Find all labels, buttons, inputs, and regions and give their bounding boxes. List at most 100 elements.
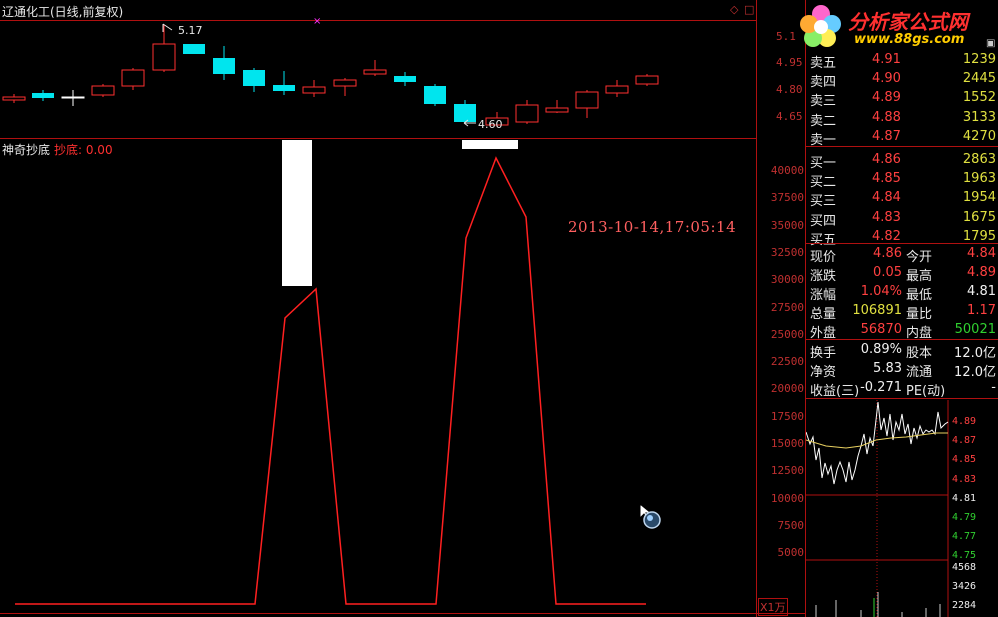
volume-axis-label: 27500 — [770, 300, 804, 314]
quote-value: 1.17 — [967, 303, 996, 318]
stats-row: 换手 0.89% 股本 12.0亿 — [808, 342, 998, 361]
order-book-volume: 2445 — [962, 71, 996, 87]
stats-value: 12.0亿 — [954, 346, 996, 361]
indicator-chart[interactable] — [0, 140, 757, 615]
order-book-row[interactable]: 卖四 4.90 2445 — [808, 71, 998, 91]
quote-row: 涨幅 1.04% 最低 4.81 — [808, 284, 998, 303]
intraday-axis-label: 4.89 — [952, 416, 977, 427]
candle-body — [635, 75, 659, 85]
high-annotation: 5.17 — [178, 24, 203, 37]
stats-label: 换手 — [810, 346, 837, 361]
order-book-label: 买一 — [810, 156, 837, 171]
order-book-row[interactable]: 卖二 4.88 3133 — [808, 109, 998, 129]
volume-axis-label: 32500 — [770, 245, 804, 259]
order-book-label: 买四 — [810, 213, 837, 229]
candle-body — [32, 93, 54, 98]
candle-body — [152, 43, 176, 71]
stats-divider — [806, 398, 998, 399]
stats-value: -0.271 — [860, 380, 902, 395]
low-annotation: 4.60 — [478, 118, 503, 131]
quote-value: 50021 — [954, 322, 996, 337]
stats-row: 收益(三) -0.271 PE(动) - — [808, 380, 998, 399]
candle-body — [363, 69, 387, 75]
order-book-price: 4.82 — [872, 228, 901, 244]
candle-body — [424, 86, 446, 104]
volume-axis-label: 5000 — [777, 546, 805, 560]
quote-divider — [806, 339, 998, 340]
stats-label: PE(动) — [906, 384, 946, 399]
book-divider — [806, 243, 998, 244]
price-axis-label: 4.95 — [776, 56, 803, 69]
quote-row: 总量 106891 量比 1.17 — [808, 303, 998, 322]
order-book-volume: 1239 — [962, 52, 996, 67]
candle-body — [213, 58, 235, 74]
stats-value: 12.0亿 — [954, 365, 996, 380]
candle-body — [575, 91, 599, 109]
indicator-line — [15, 156, 646, 605]
order-book-volume: 3133 — [962, 109, 996, 125]
quote-value: 4.81 — [967, 284, 996, 299]
intraday-axis-label: 4.87 — [952, 435, 977, 447]
intraday-volume-label: 4568 — [952, 562, 977, 573]
candle-body — [302, 86, 326, 94]
order-book-label: 卖三 — [810, 94, 837, 110]
order-book-row[interactable]: 买一 4.86 2863 — [808, 152, 998, 171]
candle-body — [61, 96, 85, 99]
flower-logo-icon — [800, 5, 841, 47]
logo-text: 分析家公式网 — [848, 10, 968, 34]
signal-bar — [462, 140, 518, 149]
order-book-row[interactable]: 买五 4.82 1795 — [808, 228, 998, 248]
intraday-axis-label: 4.83 — [952, 473, 977, 485]
order-book-row[interactable]: 买四 4.83 1675 — [808, 209, 998, 229]
order-book-volume: 1675 — [962, 209, 996, 225]
volume-axis-label: 15000 — [770, 437, 804, 450]
signal-bar — [282, 140, 312, 286]
order-book-volume: 4270 — [962, 128, 996, 144]
price-axis-label: 4.80 — [776, 83, 803, 96]
order-book-volume: 1963 — [962, 171, 996, 187]
quote-label: 涨幅 — [810, 288, 837, 303]
stats-label: 流通 — [906, 365, 933, 380]
high-pointer-icon — [162, 23, 173, 32]
volume-axis-label: 12500 — [770, 464, 804, 478]
candle-body — [121, 69, 145, 87]
candle-body — [2, 96, 26, 101]
volume-unit[interactable]: X1万 — [758, 598, 788, 616]
order-book-volume: 1552 — [962, 90, 996, 106]
quote-label: 现价 — [810, 250, 837, 265]
quote-label: 总量 — [810, 307, 837, 322]
stats-row: 净资 5.83 流通 12.0亿 — [808, 361, 998, 380]
order-book-row[interactable]: 卖三 4.89 1552 — [808, 90, 998, 110]
order-book-label: 卖二 — [810, 113, 837, 129]
quote-label: 量比 — [906, 307, 933, 322]
volume-axis-label: 40000 — [770, 164, 804, 177]
quote-label: 最低 — [906, 288, 933, 303]
stats-label: 收益(三) — [810, 384, 860, 399]
order-book-price: 4.84 — [872, 190, 901, 206]
candle-body — [545, 107, 569, 113]
volume-axis-label: 7500 — [777, 518, 805, 532]
candle-body — [91, 85, 115, 96]
order-book-row[interactable]: 卖五 4.91 1239 — [808, 52, 998, 71]
stats-label: 股本 — [906, 346, 933, 361]
candlestick-chart[interactable] — [0, 0, 757, 140]
close-icon[interactable]: ▣ — [986, 38, 995, 49]
order-book-label: 卖五 — [810, 56, 837, 71]
quote-value: 4.84 — [967, 246, 996, 261]
quote-label: 最高 — [906, 269, 933, 284]
order-book-label: 卖四 — [810, 75, 837, 91]
order-book-row[interactable]: 卖一 4.87 4270 — [808, 128, 998, 148]
volume-axis-label: 35000 — [770, 218, 804, 232]
volume-axis-label: 30000 — [770, 273, 804, 287]
stats-label: 净资 — [810, 365, 837, 380]
order-book-row[interactable]: 买二 4.85 1963 — [808, 171, 998, 191]
quote-value: 4.89 — [967, 265, 996, 280]
order-book-row[interactable]: 买三 4.84 1954 — [808, 190, 998, 209]
low-pointer-icon — [463, 119, 476, 127]
candle-body — [333, 79, 357, 87]
order-book-label: 买二 — [810, 175, 837, 191]
order-book-price: 4.86 — [872, 152, 901, 167]
order-book-price: 4.85 — [872, 171, 901, 187]
quote-value: 4.86 — [873, 246, 902, 261]
volume-axis-label: 22500 — [770, 355, 804, 369]
